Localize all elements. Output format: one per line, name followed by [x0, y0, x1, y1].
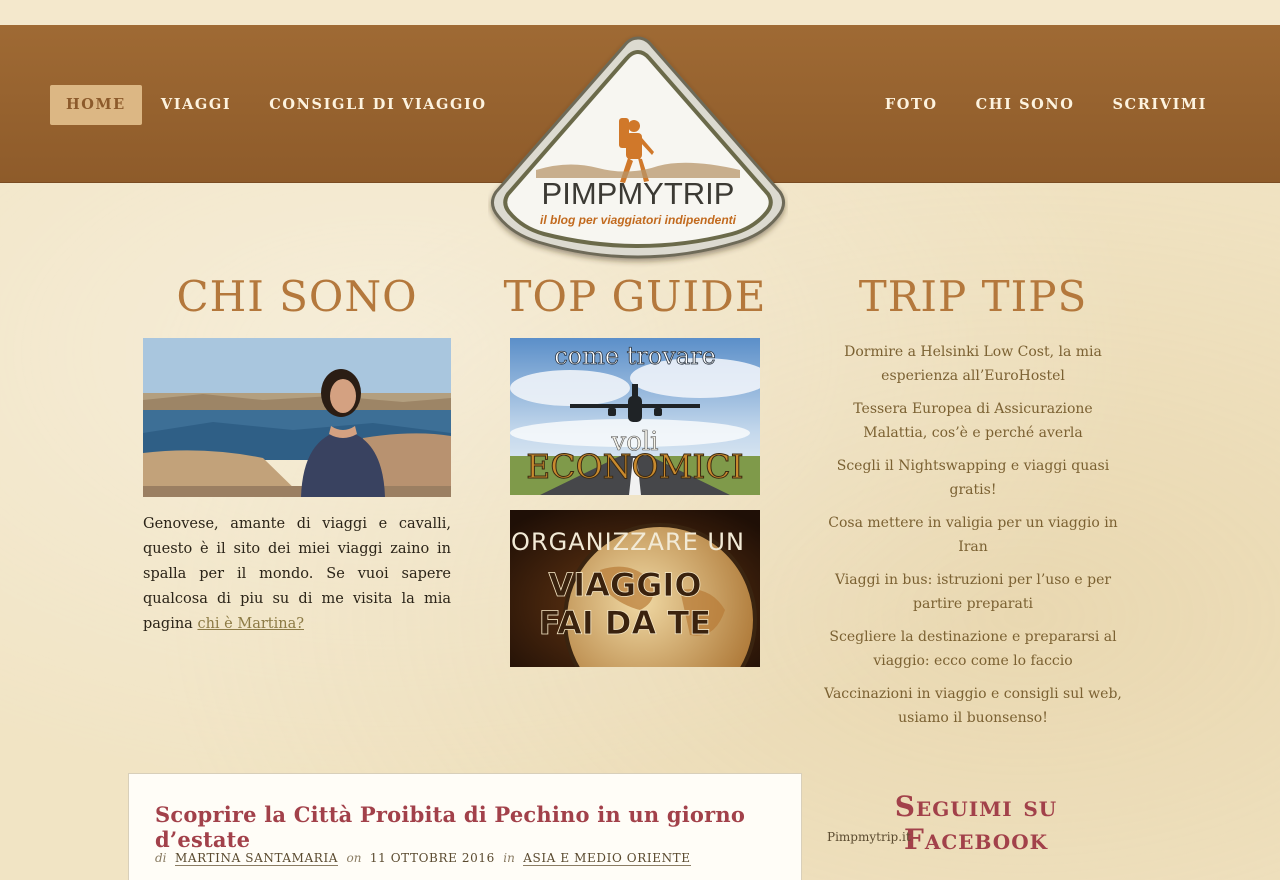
nav-right: FOTO CHI SONO SCRIVIMI [866, 85, 1226, 125]
tip-item[interactable]: Dormire a Helsinki Low Cost, la mia espe… [820, 340, 1126, 388]
guides-title: TOP GUIDE [503, 272, 767, 321]
nav-consigli[interactable]: CONSIGLI DI VIAGGIO [250, 85, 505, 125]
facebook-widget-title: Seguimi su Facebook [894, 790, 1058, 856]
guide2-line1: ORGANIZZARE UN [511, 528, 745, 556]
facebook-page-link[interactable]: Pimpmytrip.it [827, 830, 911, 844]
guide1-line1: come trovare [554, 342, 716, 370]
tip-link-1[interactable]: Dormire a Helsinki Low Cost, la mia espe… [844, 344, 1102, 384]
tip-link-5[interactable]: Viaggi in bus: istruzioni per l’uso e pe… [835, 572, 1111, 612]
post-title[interactable]: Scoprire la Città Proibita di Pechino in… [155, 802, 801, 852]
tip-link-4[interactable]: Cosa mettere in valigia per un viaggio i… [828, 515, 1117, 555]
post-by-label: di [155, 851, 167, 865]
nav-viaggi[interactable]: VIAGGI [142, 85, 250, 125]
top-strip [0, 0, 1280, 25]
nav-left: HOME VIAGGI CONSIGLI DI VIAGGIO [50, 85, 506, 125]
post-on-label: on [346, 851, 362, 865]
tip-link-7[interactable]: Vaccinazioni in viaggio e consigli sul w… [824, 686, 1122, 726]
post-meta: di MARTINA SANTAMARIA on 11 OTTOBRE 2016… [155, 851, 695, 866]
author-photo [143, 338, 451, 497]
tip-item[interactable]: Viaggi in bus: istruzioni per l’uso e pe… [820, 568, 1126, 616]
blog-post-card: Scoprire la Città Proibita di Pechino in… [128, 773, 802, 880]
about-bio-text: Genovese, amante di viaggi e cavalli, qu… [143, 516, 451, 632]
logo-badge: PIMPMYTRIP il blog per viaggiatori indip… [491, 36, 785, 259]
post-in-label: in [503, 851, 515, 865]
guide-cheap-flights[interactable]: come trovare voli ECONOMICI [510, 338, 760, 495]
nav-scrivimi[interactable]: SCRIVIMI [1093, 85, 1226, 125]
logo-tagline: il blog per viaggiatori indipendenti [540, 213, 737, 227]
tip-link-2[interactable]: Tessera Europea di Assicurazione Malatti… [853, 401, 1092, 441]
tips-title: TRIP TIPS [858, 272, 1088, 321]
trip-tips-list: Dormire a Helsinki Low Cost, la mia espe… [820, 340, 1126, 739]
nav-chi-sono[interactable]: CHI SONO [957, 85, 1094, 125]
logo-brand: PIMPMYTRIP [542, 176, 735, 211]
site-logo[interactable]: PIMPMYTRIP il blog per viaggiatori indip… [488, 32, 788, 268]
guide1-line3: ECONOMICI [526, 447, 743, 486]
post-category-link[interactable]: ASIA E MEDIO ORIENTE [523, 851, 691, 866]
tip-link-6[interactable]: Scegliere la destinazione e prepararsi a… [829, 629, 1116, 669]
tip-item[interactable]: Vaccinazioni in viaggio e consigli sul w… [820, 682, 1126, 730]
about-bio: Genovese, amante di viaggi e cavalli, qu… [143, 512, 451, 637]
about-title: CHI SONO [176, 272, 418, 321]
tip-link-3[interactable]: Scegli il Nightswapping e viaggi quasi g… [837, 458, 1109, 498]
nav-home[interactable]: HOME [50, 85, 142, 125]
guide-diy-travel-image: ORGANIZZARE UN VIAGGIO FAI DA TE [510, 510, 760, 667]
guide2-line2: VIAGGIO [548, 566, 701, 604]
tip-item[interactable]: Tessera Europea di Assicurazione Malatti… [820, 397, 1126, 445]
tip-item[interactable]: Cosa mettere in valigia per un viaggio i… [820, 511, 1126, 559]
post-author-link[interactable]: MARTINA SANTAMARIA [174, 851, 339, 866]
nav-foto[interactable]: FOTO [866, 85, 957, 125]
guide-cheap-flights-image: come trovare voli ECONOMICI [510, 338, 760, 495]
post-date: 11 OTTOBRE 2016 [369, 851, 495, 865]
guide2-line3: FAI DA TE [539, 604, 711, 642]
tip-item[interactable]: Scegli il Nightswapping e viaggi quasi g… [820, 454, 1126, 502]
about-link[interactable]: chi è Martina? [197, 616, 304, 632]
guide-diy-travel[interactable]: ORGANIZZARE UN VIAGGIO FAI DA TE [510, 510, 760, 667]
tip-item[interactable]: Scegliere la destinazione e prepararsi a… [820, 625, 1126, 673]
